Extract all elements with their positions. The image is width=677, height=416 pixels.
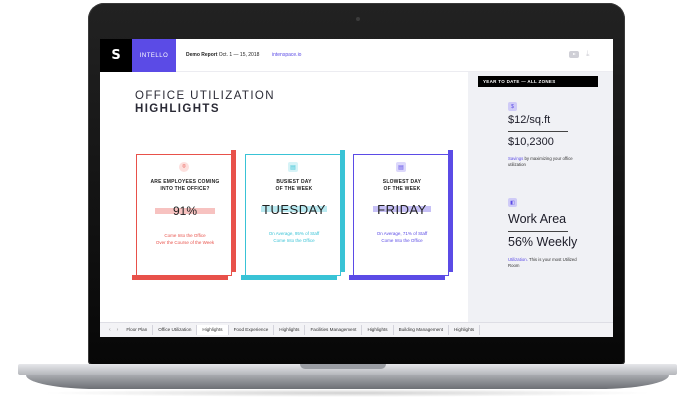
card-accent	[241, 275, 337, 280]
laptop-bottom	[26, 375, 669, 389]
card-value-text: TUESDAY	[262, 202, 326, 217]
download-icon[interactable]: ⤓	[586, 49, 590, 59]
laptop-notch	[300, 364, 386, 369]
pin-icon: ⌾	[179, 162, 189, 172]
card-note-line1: Come Into the Office	[164, 233, 206, 238]
price-per-sqft: $12/sq.ft	[508, 114, 551, 126]
card-note: Come Into the Office Over the Course of t…	[137, 233, 233, 246]
card-note: On Average, 95% of Staff Come Into the Of…	[246, 231, 342, 244]
savings-note: Savings by maximizing your office utiliz…	[508, 156, 588, 168]
tab-floor-plan[interactable]: Floor Plan	[121, 325, 154, 335]
card-accent	[132, 275, 228, 280]
card-note-line2: Come Into the Office	[273, 237, 315, 243]
report-name: Demo Report	[186, 52, 218, 58]
card-value-text: 91%	[172, 204, 198, 218]
savings-value: $10,2300	[508, 136, 554, 148]
card-question-line1: ARE EMPLOYEES COMING	[150, 179, 220, 185]
card-value: FRIDAY	[354, 202, 450, 217]
card-value: 91%	[137, 204, 233, 218]
top-bar: S INTELLO Demo Report Oct. 1 — 15, 2018 …	[100, 39, 613, 72]
savings-note-highlight: Savings	[508, 156, 524, 161]
camera	[356, 17, 360, 21]
card-question-line2: OF THE WEEK	[383, 186, 421, 192]
bottom-tab-bar: ‹ › Floor Plan Office Utilization Highli…	[100, 322, 613, 337]
busiest-day-card: ▤ BUSIEST DAY OF THE WEEK TUESDAY On Aver…	[241, 150, 345, 280]
video-icon[interactable]	[569, 51, 579, 58]
sidebar-header: YEAR TO DATE — ALL ZONES	[478, 76, 598, 87]
report-title: Demo Report Oct. 1 — 15, 2018	[186, 52, 259, 58]
prev-arrow-icon[interactable]: ‹	[106, 327, 114, 333]
page-title-line1: OFFICE UTILIZATION	[135, 90, 275, 102]
screen: S INTELLO Demo Report Oct. 1 — 15, 2018 …	[100, 39, 613, 337]
laptop-shadow	[40, 389, 655, 397]
tab-highlights-active[interactable]: Highlights	[197, 325, 229, 335]
card-note: On Average, 71% of Staff Come Into the Of…	[354, 231, 450, 244]
card-question-line1: BUSIEST DAY	[276, 179, 312, 185]
sidebar-divider	[508, 131, 568, 132]
site-link[interactable]: intenspace.io	[272, 52, 301, 58]
card-question-line2: INTO THE OFFICE?	[160, 186, 210, 192]
logo[interactable]: S	[100, 39, 132, 72]
next-arrow-icon[interactable]: ›	[114, 327, 122, 333]
card-accent	[349, 275, 445, 280]
report-dates: Oct. 1 — 15, 2018	[218, 52, 260, 58]
weekly-utilization: 56% Weekly	[508, 235, 578, 249]
card-note-line2: Over the Course of the Week	[155, 239, 215, 245]
card-question-line2: OF THE WEEK	[275, 186, 313, 192]
dollar-icon: $	[508, 102, 517, 111]
sidebar-divider	[508, 231, 568, 232]
tab-highlights[interactable]: Highlights	[362, 325, 394, 335]
card-value-text: FRIDAY	[377, 202, 427, 217]
page-title-line2: HIGHLIGHTS	[135, 103, 220, 115]
card-question-line1: SLOWEST DAY	[382, 179, 422, 185]
calendar-icon: ▤	[288, 162, 298, 172]
room-name: Work Area	[508, 212, 567, 226]
card-note-line1: On Average, 95% of Staff	[268, 231, 320, 236]
slowest-day-card: ▤ SLOWEST DAY OF THE WEEK FRIDAY On Avera…	[349, 150, 453, 280]
card-value: TUESDAY	[246, 202, 342, 217]
card-question: ARE EMPLOYEES COMING INTO THE OFFICE?	[137, 179, 233, 193]
card-question: BUSIEST DAY OF THE WEEK	[246, 179, 342, 193]
tab-highlights[interactable]: Highlights	[449, 325, 481, 335]
tab-highlights[interactable]: Highlights	[274, 325, 306, 335]
card-note-line1: On Average, 71% of Staff	[376, 231, 428, 236]
attendance-card: ⌾ ARE EMPLOYEES COMING INTO THE OFFICE? 9…	[132, 150, 236, 280]
card-note-line2: Come Into the Office	[381, 237, 423, 243]
tab-food-experience[interactable]: Food Experience	[229, 325, 275, 335]
utilization-note: Utilization. This is your most Utilized …	[508, 257, 588, 269]
ytd-sidebar: YEAR TO DATE — ALL ZONES $ $12/sq.ft $10…	[468, 72, 613, 322]
calendar-icon: ▤	[396, 162, 406, 172]
tab-office-utilization[interactable]: Office Utilization	[153, 325, 198, 335]
brand-label[interactable]: INTELLO	[132, 39, 176, 72]
utilization-note-highlight: Utilization.	[508, 257, 528, 262]
card-question: SLOWEST DAY OF THE WEEK	[354, 179, 450, 193]
tab-building-management[interactable]: Building Management	[394, 325, 450, 335]
tab-facilities-management[interactable]: Facilities Management	[305, 325, 363, 335]
room-icon: ◧	[508, 198, 517, 207]
